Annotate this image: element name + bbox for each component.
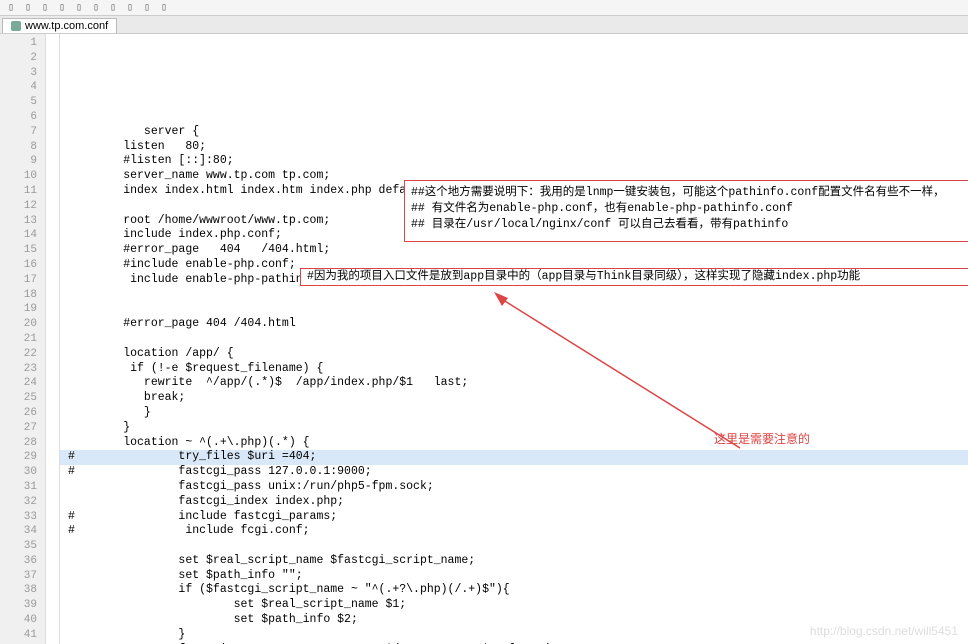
code-line[interactable] xyxy=(60,332,968,347)
code-line[interactable]: # include fcgi.conf; xyxy=(60,524,968,539)
code-line[interactable]: location /app/ { xyxy=(60,347,968,362)
tool-icon[interactable]: ▯ xyxy=(72,1,86,15)
code-line[interactable]: #error_page 404 /404.html xyxy=(60,317,968,332)
annotation-box-2: #因为我的项目入口文件是放到app目录中的（app目录与Think目录同级），这… xyxy=(300,268,968,286)
annotation-line: ## 有文件名为enable-php.conf，也有enable-php-pat… xyxy=(411,201,968,217)
code-line[interactable]: if (!-e $request_filename) { xyxy=(60,362,968,377)
tool-icon[interactable]: ▯ xyxy=(106,1,120,15)
toolbar: ▯ ▯ ▯ ▯ ▯ ▯ ▯ ▯ ▯ ▯ xyxy=(0,0,968,16)
code-line[interactable]: set $real_script_name $fastcgi_script_na… xyxy=(60,554,968,569)
code-line[interactable]: set $real_script_name $1; xyxy=(60,598,968,613)
file-icon xyxy=(11,21,21,31)
tool-icon[interactable]: ▯ xyxy=(123,1,137,15)
code-line[interactable]: } xyxy=(60,421,968,436)
annotation-line: ## 目录在/usr/local/nginx/conf 可以自己去看看，带有pa… xyxy=(411,217,968,233)
file-tab[interactable]: www.tp.com.conf xyxy=(2,18,117,33)
tool-icon[interactable]: ▯ xyxy=(4,1,18,15)
code-line[interactable]: server { xyxy=(60,125,968,140)
red-note: 这里是需要注意的 xyxy=(714,432,810,447)
code-line[interactable]: fastcgi_pass unix:/run/php5-fpm.sock; xyxy=(60,480,968,495)
code-line[interactable]: rewrite ^/app/(.*)$ /app/index.php/$1 la… xyxy=(60,376,968,391)
code-line[interactable]: #listen [::]:80; xyxy=(60,154,968,169)
tool-icon[interactable]: ▯ xyxy=(55,1,69,15)
annotation-line: ##这个地方需要说明下：我用的是lnmp一键安装包，可能这个pathinfo.c… xyxy=(411,185,968,201)
tool-icon[interactable]: ▯ xyxy=(38,1,52,15)
code-line[interactable]: # fastcgi_pass 127.0.0.1:9000; xyxy=(60,465,968,480)
editor: 1234567891011121314151617181920212223242… xyxy=(0,34,968,644)
code-line[interactable]: # include fastcgi_params; xyxy=(60,510,968,525)
code-line[interactable]: break; xyxy=(60,391,968,406)
annotation-box-1: ##这个地方需要说明下：我用的是lnmp一键安装包，可能这个pathinfo.c… xyxy=(404,180,968,242)
annotation-text: #因为我的项目入口文件是放到app目录中的（app目录与Think目录同级），这… xyxy=(307,270,860,283)
tool-icon[interactable]: ▯ xyxy=(140,1,154,15)
tool-icon[interactable]: ▯ xyxy=(89,1,103,15)
code-line[interactable]: fastcgi_index index.php; xyxy=(60,495,968,510)
code-line[interactable]: location ~ ^(.+\.php)(.*) { xyxy=(60,436,968,451)
code-line[interactable]: listen 80; xyxy=(60,140,968,155)
tool-icon[interactable]: ▯ xyxy=(157,1,171,15)
code-line[interactable]: #error_page 404 /404.html; xyxy=(60,243,968,258)
code-line[interactable] xyxy=(60,539,968,554)
line-numbers: 1234567891011121314151617181920212223242… xyxy=(0,34,46,644)
tab-label: www.tp.com.conf xyxy=(25,20,108,32)
fold-column xyxy=(46,34,60,644)
tool-icon[interactable]: ▯ xyxy=(21,1,35,15)
code-area[interactable]: ##这个地方需要说明下：我用的是lnmp一键安装包，可能这个pathinfo.c… xyxy=(60,34,968,644)
code-line[interactable]: set $path_info ""; xyxy=(60,569,968,584)
code-line[interactable]: # try_files $uri =404; xyxy=(60,450,968,465)
watermark: http://blog.csdn.net/will5451 xyxy=(810,624,958,638)
code-line[interactable] xyxy=(60,302,968,317)
code-line[interactable] xyxy=(60,288,968,303)
code-line[interactable]: } xyxy=(60,406,968,421)
tab-bar: www.tp.com.conf xyxy=(0,16,968,34)
code-line[interactable]: if ($fastcgi_script_name ~ "^(.+?\.php)(… xyxy=(60,583,968,598)
